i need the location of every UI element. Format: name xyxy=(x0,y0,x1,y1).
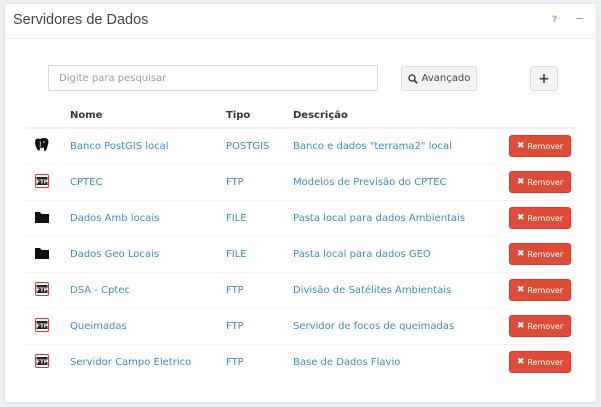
remove-button[interactable]: ✖ Remover xyxy=(509,351,571,374)
table-row: Dados Amb locais FILE Pasta local para d… xyxy=(25,199,577,236)
table-row: FTP Servidor Campo Eletrico FTP Base de … xyxy=(25,343,577,380)
servers-table: Nome Tipo Descrição Banco PostGIS local … xyxy=(25,103,577,380)
close-icon: ✖ xyxy=(516,249,525,259)
remove-button[interactable]: ✖ Remover xyxy=(509,135,571,158)
header-type[interactable]: Tipo xyxy=(226,103,293,129)
postgresql-elephant-icon xyxy=(34,137,50,153)
server-name-link[interactable]: Banco PostGIS local xyxy=(70,127,226,164)
ftp-icon: FTP xyxy=(34,317,50,333)
header-name[interactable]: Nome xyxy=(70,103,226,129)
header-description[interactable]: Descrição xyxy=(293,103,509,129)
server-type: FTP xyxy=(226,343,293,380)
server-type: FTP xyxy=(226,307,293,344)
close-icon: ✖ xyxy=(516,357,525,368)
data-servers-panel: Servidores de Dados ? − Avançado + Nome … xyxy=(4,3,597,403)
server-type: FILE xyxy=(226,199,293,236)
header-actions xyxy=(509,103,577,129)
remove-button[interactable]: ✖ Remover xyxy=(509,207,571,229)
server-name-link[interactable]: Servidor Campo Eletrico xyxy=(70,343,226,380)
minimize-icon[interactable]: − xyxy=(575,12,584,25)
add-server-button[interactable]: + xyxy=(530,66,558,91)
remove-button[interactable]: ✖ Remover xyxy=(509,171,571,193)
plus-icon: + xyxy=(538,70,550,87)
search-input[interactable] xyxy=(48,65,378,91)
table-row: FTP DSA - Cptec FTP Divisão de Satélites… xyxy=(25,271,577,308)
panel-header: Servidores de Dados ? − xyxy=(5,4,596,39)
server-description: Pasta local para dados GEO xyxy=(293,235,509,272)
svg-text:FTP: FTP xyxy=(36,359,48,365)
server-name-link[interactable]: Dados Amb locais xyxy=(70,199,226,236)
remove-button[interactable]: ✖ Remover xyxy=(509,315,571,337)
server-description: Banco e dados "terrama2" local xyxy=(293,127,509,164)
server-description: Modelos de Previsão do CPTEC xyxy=(293,163,509,200)
folder-icon xyxy=(34,245,50,261)
server-description: Base de Dados Flavio xyxy=(293,343,509,380)
table-row: FTP CPTEC FTP Modelos de Previsão do CPT… xyxy=(25,163,577,200)
server-type: POSTGIS xyxy=(226,127,293,164)
remove-label: Remover xyxy=(527,177,564,187)
advanced-search-button[interactable]: Avançado xyxy=(401,66,477,91)
ftp-icon: FTP xyxy=(34,281,50,297)
close-icon: ✖ xyxy=(516,285,525,295)
server-description: Servidor de focos de queimadas xyxy=(293,307,509,344)
remove-label: Remover xyxy=(527,213,564,223)
server-name-link[interactable]: CPTEC xyxy=(70,163,226,200)
table-row: FTP Queimadas FTP Servidor de focos de q… xyxy=(25,307,577,344)
remove-label: Remover xyxy=(527,357,564,367)
table-header-row: Nome Tipo Descrição xyxy=(25,103,577,129)
remove-button[interactable]: ✖ Remover xyxy=(509,243,571,265)
server-description: Divisão de Satélites Ambientais xyxy=(293,271,509,308)
header-icon-col xyxy=(25,103,70,129)
server-type: FILE xyxy=(226,235,293,272)
server-name-link[interactable]: Dados Geo Locais xyxy=(70,235,226,272)
remove-label: Remover xyxy=(527,321,564,331)
server-type: FTP xyxy=(226,271,293,308)
close-icon: ✖ xyxy=(516,141,525,152)
close-icon: ✖ xyxy=(516,213,525,223)
remove-label: Remover xyxy=(527,141,564,151)
svg-text:FTP: FTP xyxy=(36,179,48,185)
remove-label: Remover xyxy=(527,249,564,259)
advanced-search-label: Avançado xyxy=(421,73,471,84)
server-name-link[interactable]: Queimadas xyxy=(70,307,226,344)
panel-title: Servidores de Dados xyxy=(13,12,149,28)
search-icon xyxy=(407,73,418,84)
remove-label: Remover xyxy=(527,285,564,295)
table-row: Dados Geo Locais FILE Pasta local para d… xyxy=(25,235,577,272)
svg-text:FTP: FTP xyxy=(36,287,48,293)
table-row: Banco PostGIS local POSTGIS Banco e dado… xyxy=(25,127,577,164)
ftp-icon: FTP xyxy=(34,353,50,369)
close-icon: ✖ xyxy=(516,321,525,331)
svg-text:FTP: FTP xyxy=(36,323,48,329)
close-icon: ✖ xyxy=(516,177,525,187)
ftp-icon: FTP xyxy=(34,173,50,189)
server-description: Pasta local para dados Ambientais xyxy=(293,199,509,236)
server-name-link[interactable]: DSA - Cptec xyxy=(70,271,226,308)
folder-icon xyxy=(34,209,50,225)
help-icon[interactable]: ? xyxy=(552,15,557,25)
remove-button[interactable]: ✖ Remover xyxy=(509,279,571,301)
server-type: FTP xyxy=(226,163,293,200)
